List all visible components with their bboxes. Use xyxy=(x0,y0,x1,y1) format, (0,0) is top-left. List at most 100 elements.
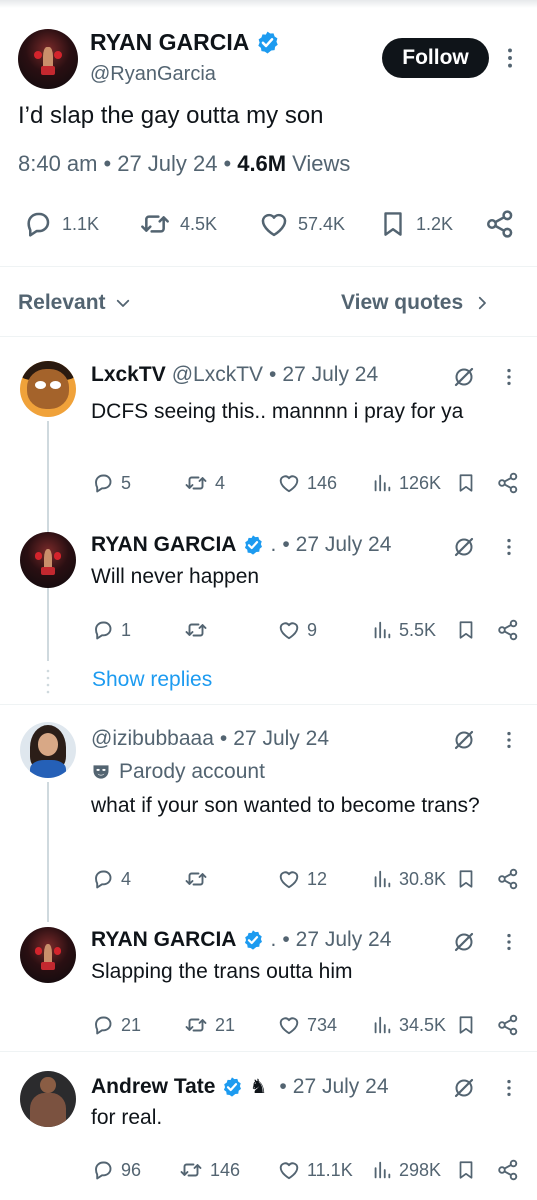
view-quotes-link[interactable]: View quotes xyxy=(341,291,491,315)
bookmark-icon[interactable] xyxy=(455,618,477,642)
reply-icon xyxy=(91,471,115,495)
bookmark-icon xyxy=(378,208,408,240)
reply-button[interactable]: 4 xyxy=(91,867,131,891)
reply-author-name[interactable]: Andrew Tate xyxy=(91,1075,215,1099)
reply-date[interactable]: 27 July 24 xyxy=(296,533,392,557)
share-icon[interactable] xyxy=(496,1013,520,1037)
reply-author-name[interactable]: RYAN GARCIA xyxy=(91,533,236,557)
grok-icon[interactable] xyxy=(452,930,476,954)
repost-button[interactable] xyxy=(183,618,215,642)
grok-icon[interactable] xyxy=(452,1076,476,1100)
reply-count: 1 xyxy=(121,619,132,640)
reply-button[interactable]: 21 xyxy=(91,1013,141,1037)
avatar[interactable] xyxy=(20,1071,76,1127)
share-icon[interactable] xyxy=(484,208,516,240)
verified-badge-icon xyxy=(242,534,264,556)
grok-icon[interactable] xyxy=(452,728,476,752)
sort-dropdown[interactable]: Relevant xyxy=(18,291,132,315)
views-button[interactable]: 34.5K xyxy=(371,1013,446,1037)
author-name[interactable]: RYAN GARCIA xyxy=(90,29,249,56)
views-label: Views xyxy=(292,151,351,176)
more-icon[interactable] xyxy=(498,366,520,388)
reply-date[interactable]: 27 July 24 xyxy=(296,928,392,952)
grok-icon[interactable] xyxy=(452,535,476,559)
reply-count: 4 xyxy=(121,868,132,889)
repost-button[interactable]: 4.5K xyxy=(138,208,217,240)
repost-button[interactable]: 146 xyxy=(178,1158,240,1182)
author-handle[interactable]: @RyanGarcia xyxy=(90,63,216,86)
like-button[interactable]: 146 xyxy=(277,471,337,495)
like-count: 57.4K xyxy=(298,213,346,234)
reply-count: 1.1K xyxy=(62,213,100,234)
repost-button[interactable] xyxy=(183,867,215,891)
like-button[interactable]: 734 xyxy=(277,1013,337,1037)
reply-icon xyxy=(22,208,54,240)
avatar[interactable] xyxy=(20,532,76,588)
sort-label: Relevant xyxy=(18,291,106,314)
reply-date[interactable]: 27 July 24 xyxy=(233,727,329,751)
thread-dots xyxy=(46,669,50,694)
reply-author-handle[interactable]: . xyxy=(270,533,276,557)
like-count: 9 xyxy=(307,619,318,640)
bookmark-button[interactable]: 1.2K xyxy=(378,208,453,240)
views-button[interactable]: 126K xyxy=(371,471,441,495)
top-edge xyxy=(0,0,537,8)
reply-author-handle[interactable]: . xyxy=(270,928,276,952)
share-icon[interactable] xyxy=(496,471,520,495)
more-icon[interactable] xyxy=(498,729,520,751)
grok-icon[interactable] xyxy=(452,365,476,389)
views-icon xyxy=(371,471,393,495)
bookmark-icon[interactable] xyxy=(455,1013,477,1037)
views-button[interactable]: 30.8K xyxy=(371,867,446,891)
like-button[interactable]: 57.4K xyxy=(258,208,345,240)
avatar[interactable] xyxy=(20,722,76,778)
reply-icon xyxy=(91,1158,115,1182)
bookmark-icon[interactable] xyxy=(455,867,477,891)
reply-text: for real. xyxy=(91,1106,163,1129)
views-button[interactable]: 298K xyxy=(371,1158,441,1182)
reply-button[interactable]: 5 xyxy=(91,471,131,495)
bookmark-icon[interactable] xyxy=(455,471,477,495)
reply-button[interactable]: 96 xyxy=(91,1158,141,1182)
reply-author-handle[interactable]: @izibubbaaa xyxy=(91,727,214,751)
follow-button[interactable]: Follow xyxy=(382,38,489,78)
parody-mask-icon xyxy=(93,765,109,779)
bookmark-count: 1.2K xyxy=(416,213,454,234)
avatar[interactable] xyxy=(20,927,76,983)
reply-button[interactable]: 1 xyxy=(91,618,131,642)
reply-header: RYAN GARCIA . • 27 July 24 xyxy=(91,928,391,952)
like-button[interactable]: 12 xyxy=(277,867,327,891)
like-icon xyxy=(277,1158,301,1182)
like-button[interactable]: 11.1K xyxy=(277,1158,353,1182)
repost-button[interactable]: 21 xyxy=(183,1013,235,1037)
avatar[interactable] xyxy=(20,361,76,417)
like-button[interactable]: 9 xyxy=(277,618,317,642)
avatar[interactable] xyxy=(18,29,78,89)
more-icon[interactable] xyxy=(497,45,523,71)
more-icon[interactable] xyxy=(498,536,520,558)
like-icon xyxy=(258,208,290,240)
show-replies-link[interactable]: Show replies xyxy=(92,668,212,692)
reply-text: DCFS seeing this.. mannnn i pray for ya xyxy=(91,400,464,423)
more-icon[interactable] xyxy=(498,931,520,953)
post-date[interactable]: 27 July 24 xyxy=(117,151,217,177)
repost-button[interactable]: 4 xyxy=(183,471,225,495)
reply-date[interactable]: 27 July 24 xyxy=(293,1075,389,1099)
share-icon[interactable] xyxy=(496,867,520,891)
reply-button[interactable]: 1.1K xyxy=(22,208,99,240)
reply-date[interactable]: 27 July 24 xyxy=(282,363,378,387)
reply-icon xyxy=(91,867,115,891)
more-icon[interactable] xyxy=(498,1077,520,1099)
share-icon[interactable] xyxy=(496,1158,520,1182)
author-name-row: RYAN GARCIA xyxy=(90,29,280,56)
reply-author-name[interactable]: LxckTV xyxy=(91,363,166,387)
post-time[interactable]: 8:40 am xyxy=(18,151,98,177)
share-icon[interactable] xyxy=(496,618,520,642)
verified-badge-icon xyxy=(255,30,280,55)
reply-author-handle[interactable]: @LxckTV xyxy=(172,363,263,387)
repost-icon xyxy=(178,1158,204,1182)
reply-author-name[interactable]: RYAN GARCIA xyxy=(91,928,236,952)
verified-badge-icon xyxy=(242,929,264,951)
views-button[interactable]: 5.5K xyxy=(371,618,436,642)
bookmark-icon[interactable] xyxy=(455,1158,477,1182)
